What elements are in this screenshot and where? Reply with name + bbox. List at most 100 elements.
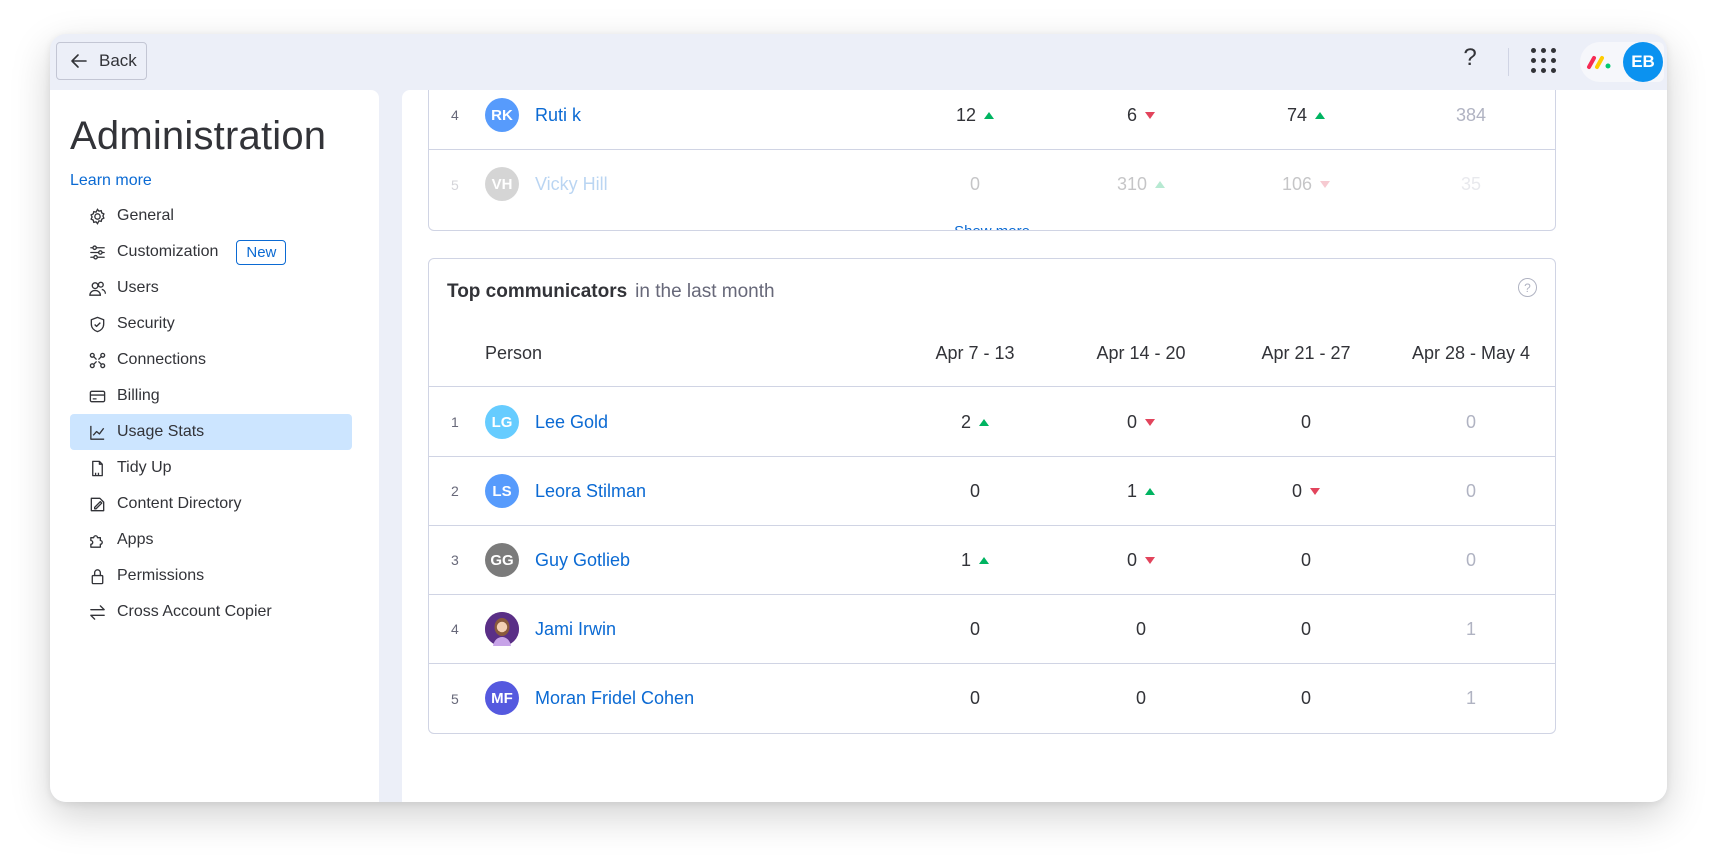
card-subtitle: in the last month [635, 281, 775, 302]
value-cell: 2 [915, 388, 1035, 456]
trend-down-icon [1145, 556, 1155, 564]
back-label: Back [99, 51, 137, 70]
value-cell: 0 [1081, 664, 1201, 733]
trend-down-icon [1145, 418, 1155, 426]
lock-icon [91, 568, 104, 584]
column-header-week-1: Apr 7 - 13 [935, 343, 1015, 363]
cell-value: 106 [1281, 174, 1313, 194]
row-rank: 5 [451, 176, 459, 193]
value-cell: 0 [915, 664, 1035, 733]
cell-value: 1 [960, 549, 971, 570]
value-cell: 0 [1081, 526, 1201, 594]
cell-value: 0 [1465, 480, 1476, 501]
top-communicators-card: Top communicators in the last month ? Per… [428, 258, 1556, 734]
sidebar-item-tidy-up[interactable]: Tidy Up [70, 450, 352, 486]
apps-grid-icon[interactable] [1531, 48, 1557, 74]
row-rank: 2 [451, 483, 459, 499]
directory-icon [90, 497, 105, 511]
value-cell: 0 [1411, 388, 1531, 456]
sidebar-item-apps[interactable]: Apps [70, 522, 352, 558]
back-button[interactable]: Back [56, 42, 147, 80]
trend-up-icon [984, 111, 995, 119]
person-link[interactable]: Leora Stilman [535, 457, 646, 525]
cell-value: 0 [1135, 688, 1146, 708]
avatar: RK [485, 98, 519, 132]
card-title: Top communicators in the last month [447, 281, 775, 303]
table-row[interactable]: 1 LG Lee Gold 2 0 0 0 [429, 388, 1555, 457]
sidebar-item-content-directory[interactable]: Content Directory [70, 486, 352, 522]
trend-up-icon [979, 556, 989, 564]
value-cell: 0 [1081, 595, 1201, 663]
value-cell: 0 [1411, 526, 1531, 594]
trend-down-icon [1310, 487, 1320, 495]
cell-value: 0 [1300, 411, 1311, 432]
cell-value: 384 [1455, 104, 1487, 125]
sidebar-item-cross-account-copier[interactable]: Cross Account Copier [70, 594, 352, 630]
cell-value: 0 [969, 480, 980, 501]
user-avatar[interactable]: EB [1623, 42, 1663, 82]
help-icon[interactable]: ? [1458, 44, 1482, 72]
table-row[interactable]: 4 RK Ruti k 12 6 74 384 [429, 90, 1555, 150]
shield-icon [90, 316, 105, 332]
person-link[interactable]: Lee Gold [535, 388, 608, 456]
sidebar-item-users[interactable]: Users [70, 270, 352, 306]
row-rank: 1 [451, 414, 459, 430]
trend-up-icon [1155, 181, 1166, 188]
row-rank: 5 [451, 690, 459, 707]
value-cell: 384 [1411, 90, 1531, 149]
connections-icon [89, 352, 106, 368]
help-circle-icon[interactable]: ? [1518, 278, 1537, 297]
chart-icon [90, 425, 105, 440]
learn-more-link[interactable]: Learn more [70, 172, 152, 190]
value-cell: 1 [915, 526, 1035, 594]
value-cell: 74 [1246, 90, 1366, 149]
table-row[interactable]: 2 LS Leora Stilman 0 1 0 0 [429, 457, 1555, 526]
person-link[interactable]: Jami Irwin [535, 595, 616, 663]
table-row[interactable]: 3 GG Guy Gotlieb 1 0 0 0 [429, 526, 1555, 595]
top-bar: Back ? EB [50, 34, 1667, 90]
cell-value: 0 [1465, 411, 1476, 432]
sidebar-item-label: Security [117, 315, 175, 332]
card-title-main: Top communicators [447, 281, 628, 302]
trend-up-icon [979, 418, 989, 426]
row-rank: 4 [451, 621, 459, 637]
value-cell: 0 [1081, 388, 1201, 456]
row-rank: 4 [451, 107, 459, 123]
sidebar-item-general[interactable]: General [70, 198, 352, 234]
table-row[interactable]: 5 MF Moran Fridel Cohen 0 0 0 1 [429, 664, 1555, 733]
sidebar-item-security[interactable]: Security [70, 306, 352, 342]
person-link[interactable]: Moran Fridel Cohen [535, 664, 694, 733]
person-link[interactable]: Ruti k [535, 90, 581, 149]
trend-up-icon [1145, 487, 1155, 495]
app-window: Back ? EB Administration Learn more Gene… [50, 34, 1667, 802]
column-header-person: Person [485, 343, 543, 363]
trend-down-icon [1145, 111, 1155, 119]
sidebar-item-customization[interactable]: Customization New [70, 234, 352, 270]
sidebar-item-usage-stats[interactable]: Usage Stats [70, 414, 352, 450]
new-badge: New [236, 239, 287, 265]
page-title: Administration [70, 114, 327, 158]
cell-value: 2 [960, 411, 971, 432]
value-cell: 0 [1246, 388, 1366, 456]
cell-value: 1 [1465, 618, 1476, 639]
cell-value: 0 [1300, 549, 1311, 570]
cell-value: 0 [1465, 549, 1476, 570]
cell-value: 35 [1460, 174, 1482, 194]
sidebar-item-connections[interactable]: Connections [70, 342, 352, 378]
broom-icon [92, 460, 103, 476]
person-link[interactable]: Vicky Hill [535, 150, 608, 219]
cell-value: 0 [1126, 411, 1137, 432]
table-row[interactable]: 5 VH Vicky Hill 0 310 106 35 [429, 150, 1555, 219]
arrow-left-icon [71, 54, 87, 68]
value-cell: 310 [1081, 150, 1201, 219]
table-row[interactable]: 4 Jami Irwin 0 0 0 1 [429, 595, 1555, 664]
sidebar-item-label: Permissions [117, 567, 205, 584]
person-photo-icon [485, 612, 519, 646]
show-more-link[interactable]: Show more [429, 223, 1555, 230]
sidebar-item-label: Connections [117, 351, 206, 368]
value-cell: 0 [915, 457, 1035, 525]
avatar: LG [485, 405, 519, 439]
sidebar-item-billing[interactable]: Billing [70, 378, 352, 414]
sidebar-item-permissions[interactable]: Permissions [70, 558, 352, 594]
person-link[interactable]: Guy Gotlieb [535, 526, 630, 594]
